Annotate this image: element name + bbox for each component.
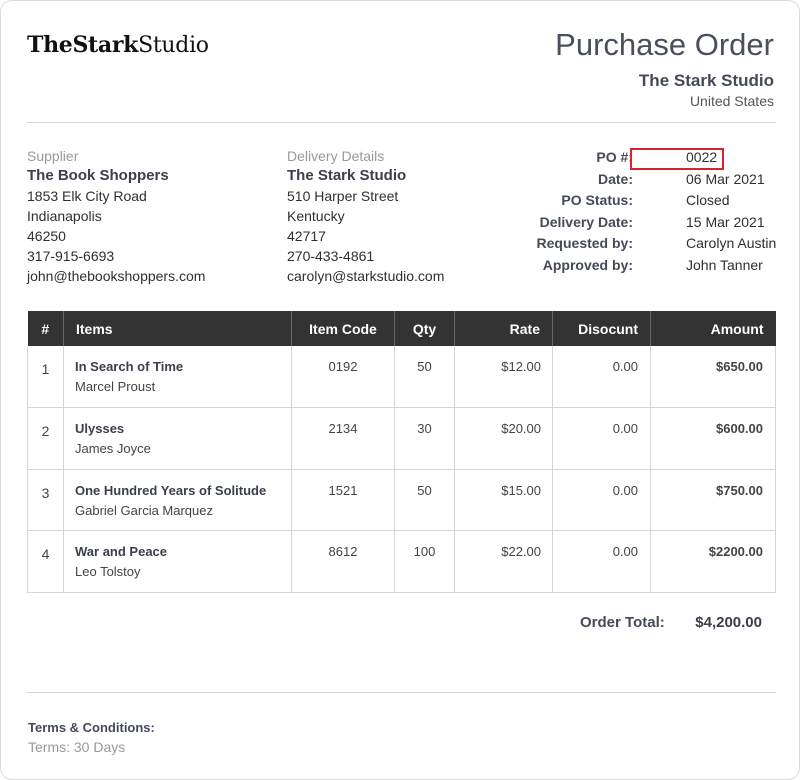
items-table: # Items Item Code Qty Rate Disocunt Amou… [27,311,776,593]
item-title: War and Peace [75,544,168,559]
row-item-cell: One Hundred Years of Solitude Gabriel Gar… [63,469,292,531]
meta-approved-by: Approved by: John Tanner [543,256,791,279]
company-name: The Stark Studio [638,71,774,90]
document-title: Purchase Order [555,27,774,62]
meta-value: 06 Mar 2021 [686,170,765,187]
row-item-code: 1521 [291,469,395,531]
row-qty: 30 [394,407,455,470]
row-amount: $750.00 [650,469,776,531]
meta-value: Carolyn Austin [686,235,777,252]
po-number-highlight-box [630,148,724,170]
meta-value: 15 Mar 2021 [686,213,765,230]
row-number: 1 [27,346,64,408]
order-total-value: $4,200.00 [695,614,762,631]
header-qty: Qty [394,311,455,346]
meta-requested-by: Requested by: Carolyn Austin [537,235,791,257]
row-item-code: 8612 [291,530,395,593]
meta-label: Requested by: [536,235,633,252]
delivery-label: Delivery Details [287,148,385,164]
header-discount: Disocunt [552,311,651,346]
row-discount: 0.00 [552,530,651,593]
row-rate: $20.00 [454,407,553,470]
item-author: Gabriel Garcia Marquez [75,502,213,518]
supplier-label: Supplier [27,148,79,164]
item-title: Ulysses [75,421,125,436]
meta-label: Date: [597,170,633,187]
supplier-zip: 46250 [27,228,66,244]
item-author: Leo Tolstoy [75,564,141,579]
delivery-state: Kentucky [287,208,345,224]
item-author: James Joyce [75,441,151,456]
purchase-order-page: TheStarkStudio Purchase Order The Stark … [0,0,800,780]
row-amount: $650.00 [650,346,776,408]
header-items: Items [63,311,292,346]
company-logo: TheStarkStudio [27,32,209,58]
row-qty: 50 [394,469,455,531]
meta-delivery-date: Delivery Date: 15 Mar 2021 [540,213,791,236]
row-rate: $15.00 [454,469,553,531]
delivery-email: carolyn@starkstudio.com [287,268,445,284]
row-item-cell: War and Peace Leo Tolstoy [63,530,292,593]
meta-date: Date: 06 Mar 2021 [561,171,791,193]
row-number: 2 [27,407,64,470]
row-qty: 100 [394,530,455,593]
row-discount: 0.00 [552,469,651,531]
supplier-phone: 317-915-6693 [27,248,115,264]
supplier-street: 1853 Elk City Road [27,188,147,204]
table-row: 4 War and Peace Leo Tolstoy 8612 100 $22.… [27,530,776,593]
item-title: One Hundred Years of Solitude [75,482,267,498]
delivery-block: Delivery Details The Stark Studio 510 Ha… [287,146,444,286]
row-item-cell: Ulysses James Joyce [63,407,292,470]
row-amount: $2200.00 [650,530,776,593]
row-number: 3 [27,469,64,531]
row-number: 4 [27,530,64,593]
delivery-name: The Stark Studio [287,167,407,184]
row-amount: $600.00 [650,407,776,470]
row-item-code: 2134 [291,407,395,470]
header-item-code: Item Code [291,311,395,346]
meta-label: PO #: [596,149,633,165]
table-row: 2 Ulysses James Joyce 2134 30 $20.00 0.00… [27,407,776,470]
header-divider [27,122,776,123]
meta-value: John Tanner [686,256,763,273]
row-item-code: 0192 [291,346,395,408]
company-country: United States [689,93,774,109]
delivery-phone: 270-433-4861 [287,248,375,264]
table-row: 3 One Hundred Years of Solitude Gabriel G… [27,469,776,531]
logo-bold-text: TheStark [27,32,139,58]
row-item-cell: In Search of Time Marcel Proust [63,346,292,408]
table-header-row: # Items Item Code Qty Rate Disocunt Amou… [27,311,776,346]
order-total-label: Order Total: [580,614,665,631]
supplier-email: john@thebookshoppers.com [27,268,206,284]
row-rate: $12.00 [454,346,553,408]
delivery-street: 510 Harper Street [287,188,399,204]
supplier-city: Indianapolis [27,208,102,224]
row-discount: 0.00 [552,407,651,470]
header-rate: Rate [454,311,553,346]
row-discount: 0.00 [552,346,651,408]
logo-light-text: Studio [138,33,209,58]
meta-value: Closed [686,192,730,209]
meta-label: PO Status: [561,192,633,209]
table-row: 1 In Search of Time Marcel Proust 0192 50… [27,346,776,408]
item-title: In Search of Time [75,359,184,374]
footer-divider [27,692,776,693]
item-author: Marcel Proust [75,379,156,394]
meta-label: Approved by: [542,256,633,273]
meta-po-status: PO Status: Closed [561,192,791,214]
supplier-name: The Book Shoppers [27,167,169,184]
terms-text: Terms: 30 Days [28,739,126,755]
meta-label: Delivery Date: [539,213,633,230]
supplier-block: Supplier The Book Shoppers 1853 Elk City… [27,146,205,286]
header-amount: Amount [650,311,776,346]
row-rate: $22.00 [454,530,553,593]
delivery-zip: 42717 [287,228,326,244]
row-qty: 50 [394,346,455,408]
terms-heading: Terms & Conditions: [28,720,155,735]
header-num: # [27,311,64,346]
